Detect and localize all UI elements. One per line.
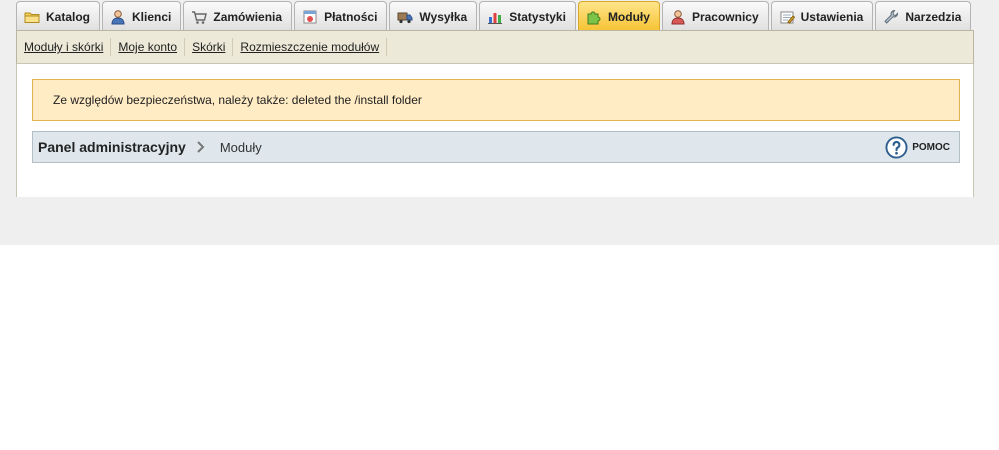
wrench-icon [884,9,899,24]
user-icon [111,9,125,24]
sub-navigation: Moduły i skórki Moje konto Skórki Rozmie… [16,30,974,64]
tab-moduly[interactable]: Moduły [577,1,660,31]
tab-label: Klienci [132,9,172,24]
help-icon [885,136,908,159]
subnav-link-skins[interactable]: Skórki [185,38,234,56]
tab-platnosci[interactable]: Płatności [294,1,388,31]
subnav-link-my-account[interactable]: Moje konto [111,38,186,56]
help-button[interactable]: POMOC [885,135,950,160]
chevron-right-icon [197,141,205,153]
tab-klienci[interactable]: Klienci [102,1,182,31]
cart-icon [192,10,208,24]
subnav-link-module-layout[interactable]: Rozmieszczenie modułów [233,38,388,56]
tab-label: Katalog [46,9,91,24]
tab-label: Wysyłka [419,9,468,24]
payment-icon [303,10,317,23]
tab-label: Pracownicy [691,9,759,24]
tab-zamowienia[interactable]: Zamówienia [183,1,293,31]
bar-chart-icon [488,12,503,24]
employee-icon [671,9,685,24]
breadcrumb-current: Moduły [219,139,262,155]
tab-narzedzia[interactable]: Narzedzia [875,1,972,31]
folder-icon [24,12,40,23]
puzzle-icon [587,11,601,24]
tab-katalog[interactable]: Katalog [16,1,101,31]
tab-label: Płatności [324,9,378,24]
security-warning: Ze względów bezpieczeństwa, należy także… [32,79,960,121]
main-content: Ze względów bezpieczeństwa, należy także… [16,64,974,197]
warning-text: Ze względów bezpieczeństwa, należy także… [53,93,422,107]
tab-wysylka[interactable]: Wysyłka [389,1,478,31]
tab-ustawienia[interactable]: Ustawienia [770,1,874,31]
tab-label: Statystyki [509,9,566,24]
truck-icon [397,12,413,23]
main-tabs: Katalog Klienci Zamówienia Płatności Wys… [16,1,973,31]
subnav-link-modules-and-skins[interactable]: Moduły i skórki [24,38,112,56]
tab-pracownicy[interactable]: Pracownicy [661,1,769,31]
breadcrumb: Panel administracyjny Moduły POMOC [32,131,960,163]
settings-icon [780,11,795,24]
help-label: POMOC [912,142,950,153]
tab-statystyki[interactable]: Statystyki [479,1,576,31]
breadcrumb-home[interactable]: Panel administracyjny [38,139,186,155]
tab-label: Ustawienia [800,9,864,24]
tab-label: Moduły [607,9,650,24]
tab-label: Zamówienia [213,9,283,24]
tab-label: Narzedzia [905,9,962,24]
